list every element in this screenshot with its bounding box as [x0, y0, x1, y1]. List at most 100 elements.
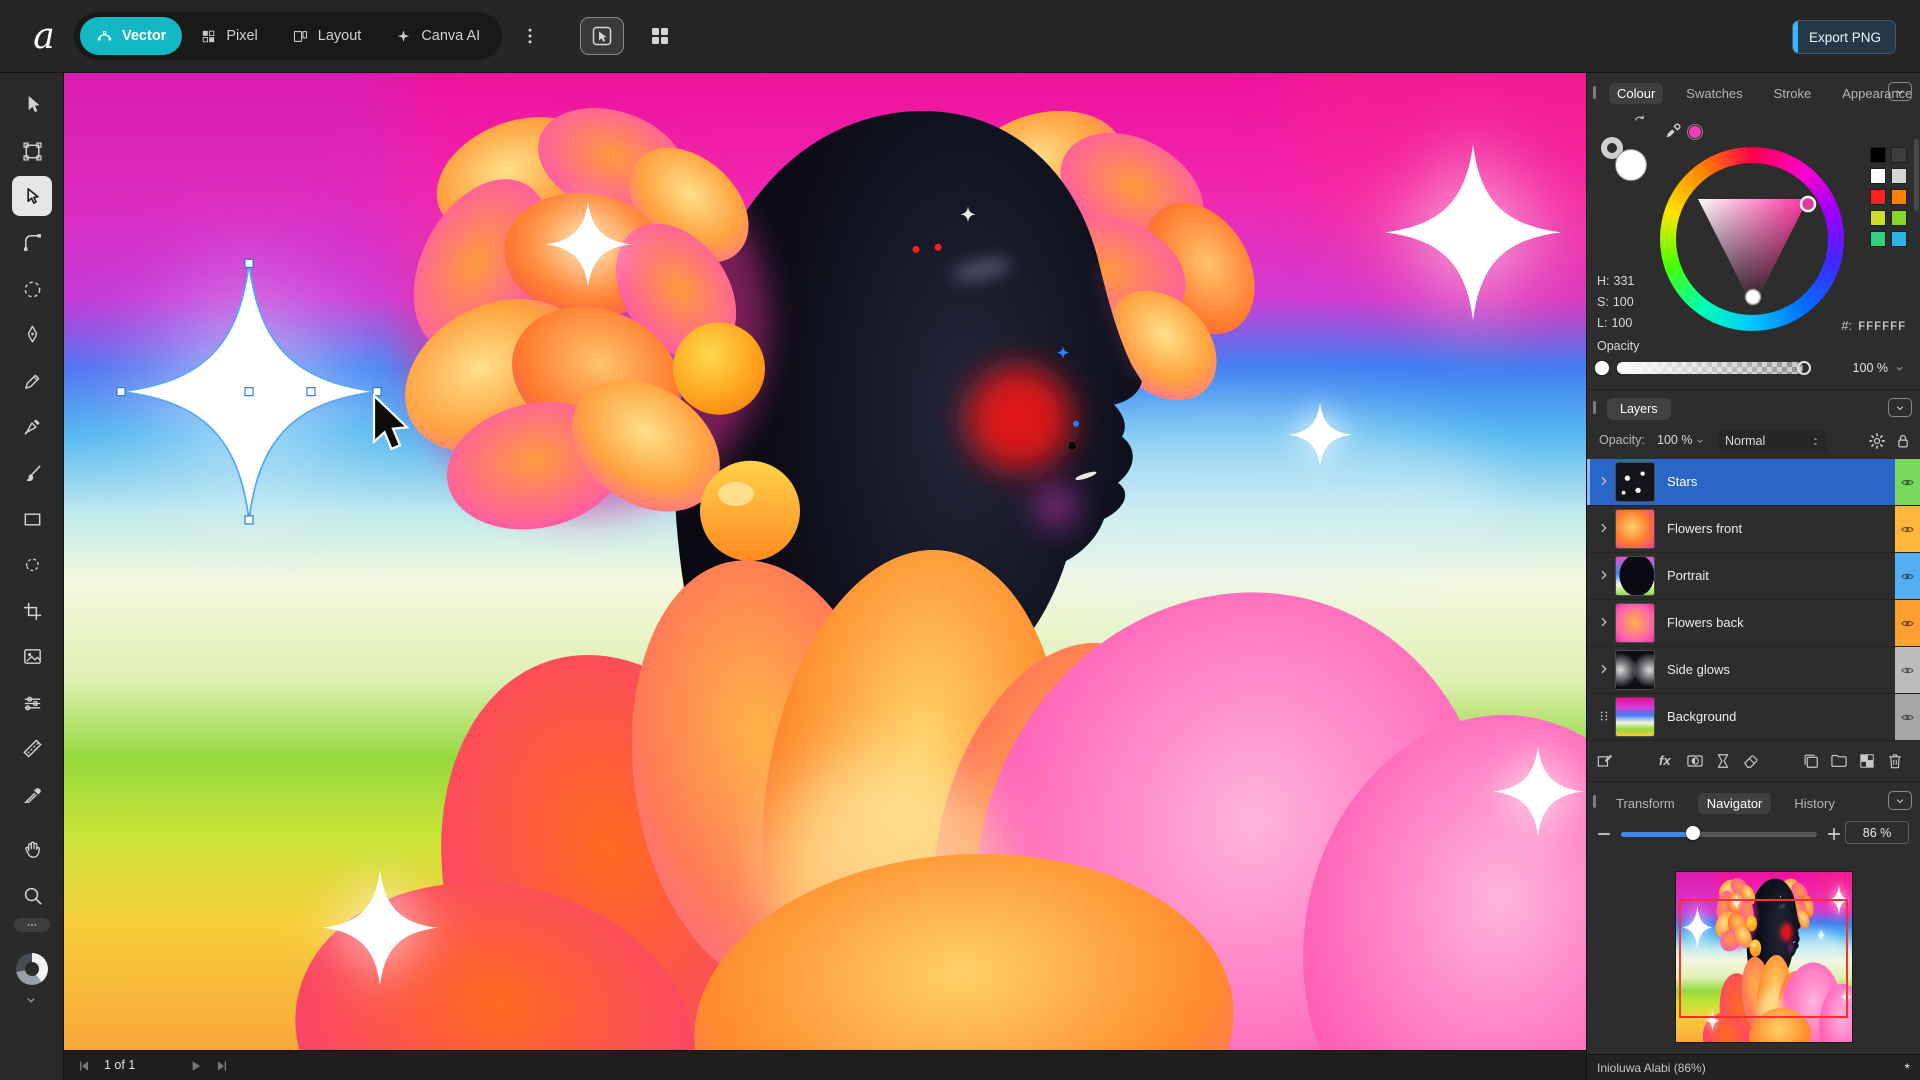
- zoom-slider[interactable]: [1621, 832, 1817, 837]
- collapse-layers-panel-button[interactable]: [1888, 398, 1912, 417]
- expand-chevron-icon[interactable]: [1597, 521, 1611, 535]
- opacity-slider-handle[interactable]: [1595, 361, 1609, 375]
- tool-corner-button[interactable]: [12, 222, 52, 262]
- layer-effects-button[interactable]: fx: [1659, 753, 1671, 773]
- layer-opacity-value[interactable]: 100 %: [1657, 433, 1692, 447]
- tool-place-image-button[interactable]: [12, 636, 52, 676]
- swap-colours-icon[interactable]: [1631, 113, 1649, 131]
- collapse-colour-panel-button[interactable]: [1888, 82, 1912, 101]
- tool-vector-brush-button[interactable]: [12, 406, 52, 446]
- delete-layer-icon[interactable]: [1885, 751, 1905, 771]
- mask-layer-icon[interactable]: [1685, 751, 1705, 771]
- erase-layer-icon[interactable]: [1741, 751, 1761, 771]
- opacity-slider[interactable]: [1617, 362, 1803, 374]
- layer-thumbnail[interactable]: [1615, 462, 1655, 502]
- overflow-menu-button[interactable]: [520, 26, 540, 46]
- layer-thumbnail[interactable]: [1615, 650, 1655, 690]
- collapse-navigator-panel-button[interactable]: [1888, 791, 1912, 810]
- triangle-marker[interactable]: [1746, 290, 1761, 305]
- toolbar-expand-chevron[interactable]: [24, 993, 38, 1007]
- swatch[interactable]: [1870, 168, 1886, 184]
- navigator-preview[interactable]: [1675, 871, 1853, 1043]
- expand-chevron-icon[interactable]: [1597, 662, 1611, 676]
- layer-row-stars[interactable]: Stars: [1587, 459, 1920, 506]
- layer-thumbnail[interactable]: [1615, 603, 1655, 643]
- blend-mode-dropdown[interactable]: Normal: [1719, 430, 1827, 452]
- opacity-value-dropdown[interactable]: 100 %: [1825, 357, 1909, 379]
- colour-triangle[interactable]: [1660, 147, 1844, 331]
- first-page-icon[interactable]: [76, 1058, 92, 1074]
- selection-mode-toggle[interactable]: [580, 17, 624, 55]
- panel-grip[interactable]: [1593, 86, 1596, 99]
- persona-vector[interactable]: Vector: [80, 17, 182, 55]
- swatch[interactable]: [1891, 168, 1907, 184]
- grid-view-toggle[interactable]: [638, 17, 682, 55]
- drag-dots-icon[interactable]: [1597, 709, 1611, 723]
- swatch[interactable]: [1870, 231, 1886, 247]
- canvas[interactable]: [64, 73, 1586, 1050]
- layer-visibility-tag[interactable]: [1895, 647, 1920, 693]
- tab-history[interactable]: History: [1785, 793, 1843, 814]
- expand-chevron-icon[interactable]: [1597, 568, 1611, 582]
- tool-move-button[interactable]: [12, 84, 52, 124]
- tool-marquee-button[interactable]: [12, 269, 52, 309]
- zoom-in-button[interactable]: [1825, 825, 1843, 843]
- layer-thumbnail[interactable]: [1615, 556, 1655, 596]
- group-folder-icon[interactable]: [1829, 751, 1849, 771]
- swatch[interactable]: [1891, 147, 1907, 163]
- layer-thumbnail[interactable]: [1615, 509, 1655, 549]
- zoom-out-button[interactable]: [1595, 825, 1613, 843]
- duplicate-layer-icon[interactable]: [1801, 751, 1821, 771]
- layer-row-side-glows[interactable]: Side glows: [1587, 647, 1920, 694]
- tab-colour[interactable]: Colour: [1609, 83, 1663, 104]
- tool-node-button[interactable]: [12, 176, 52, 216]
- swatch[interactable]: [1870, 210, 1886, 226]
- hex-value[interactable]: FFFFFF: [1858, 320, 1906, 334]
- layer-row-flowers-back[interactable]: Flowers back: [1587, 600, 1920, 647]
- layer-row-background[interactable]: Background: [1587, 694, 1920, 741]
- fill-colour-well[interactable]: [1615, 149, 1647, 181]
- hex-field[interactable]: #:FFFFFF: [1842, 319, 1906, 334]
- tool-paint-brush-button[interactable]: [12, 453, 52, 493]
- layer-visibility-tag[interactable]: [1895, 459, 1920, 505]
- colour-wheel[interactable]: [1660, 147, 1844, 331]
- tool-freehand-selection-button[interactable]: [12, 544, 52, 584]
- tab-swatches[interactable]: Swatches: [1678, 83, 1750, 104]
- persona-pixel[interactable]: Pixel: [184, 17, 273, 55]
- tab-stroke[interactable]: Stroke: [1766, 83, 1820, 104]
- panel-scrollbar[interactable]: [1914, 139, 1919, 211]
- tab-navigator[interactable]: Navigator: [1698, 793, 1772, 814]
- layer-row-flowers-front[interactable]: Flowers front: [1587, 506, 1920, 553]
- next-page-icon[interactable]: [188, 1058, 204, 1074]
- tool-zoom-button[interactable]: [12, 875, 52, 915]
- last-page-icon[interactable]: [214, 1058, 230, 1074]
- persona-layout[interactable]: Layout: [276, 17, 378, 55]
- swatch[interactable]: [1870, 189, 1886, 205]
- edit-shape-icon[interactable]: [1595, 751, 1615, 771]
- tool-crop-button[interactable]: [12, 591, 52, 631]
- swatch[interactable]: [1870, 147, 1886, 163]
- layer-visibility-tag[interactable]: [1895, 506, 1920, 552]
- layer-visibility-tag[interactable]: [1895, 600, 1920, 646]
- tool-pencil-button[interactable]: [12, 361, 52, 401]
- live-filter-icon[interactable]: [1713, 751, 1733, 771]
- lock-icon[interactable]: [1893, 431, 1913, 451]
- navigator-viewport-rect[interactable]: [1679, 899, 1848, 1018]
- panel-grip[interactable]: [1593, 795, 1596, 808]
- export-png-button[interactable]: Export PNG: [1792, 20, 1896, 54]
- new-pattern-layer-icon[interactable]: [1857, 751, 1877, 771]
- colour-selector-well[interactable]: [16, 953, 48, 985]
- expand-chevron-icon[interactable]: [1597, 615, 1611, 629]
- tool-transform-button[interactable]: [12, 131, 52, 171]
- layer-thumbnail[interactable]: [1615, 697, 1655, 737]
- layer-row-portrait[interactable]: Portrait: [1587, 553, 1920, 600]
- eyedropper-icon[interactable]: [1663, 121, 1683, 141]
- zoom-slider-handle[interactable]: [1686, 826, 1700, 840]
- gear-icon[interactable]: [1867, 431, 1887, 451]
- swatch[interactable]: [1891, 189, 1907, 205]
- expand-chevron-icon[interactable]: [1597, 474, 1611, 488]
- opacity-slider-end[interactable]: [1797, 361, 1811, 375]
- tool-view-button[interactable]: [12, 829, 52, 869]
- swatch[interactable]: [1891, 231, 1907, 247]
- panel-grip[interactable]: [1593, 401, 1596, 414]
